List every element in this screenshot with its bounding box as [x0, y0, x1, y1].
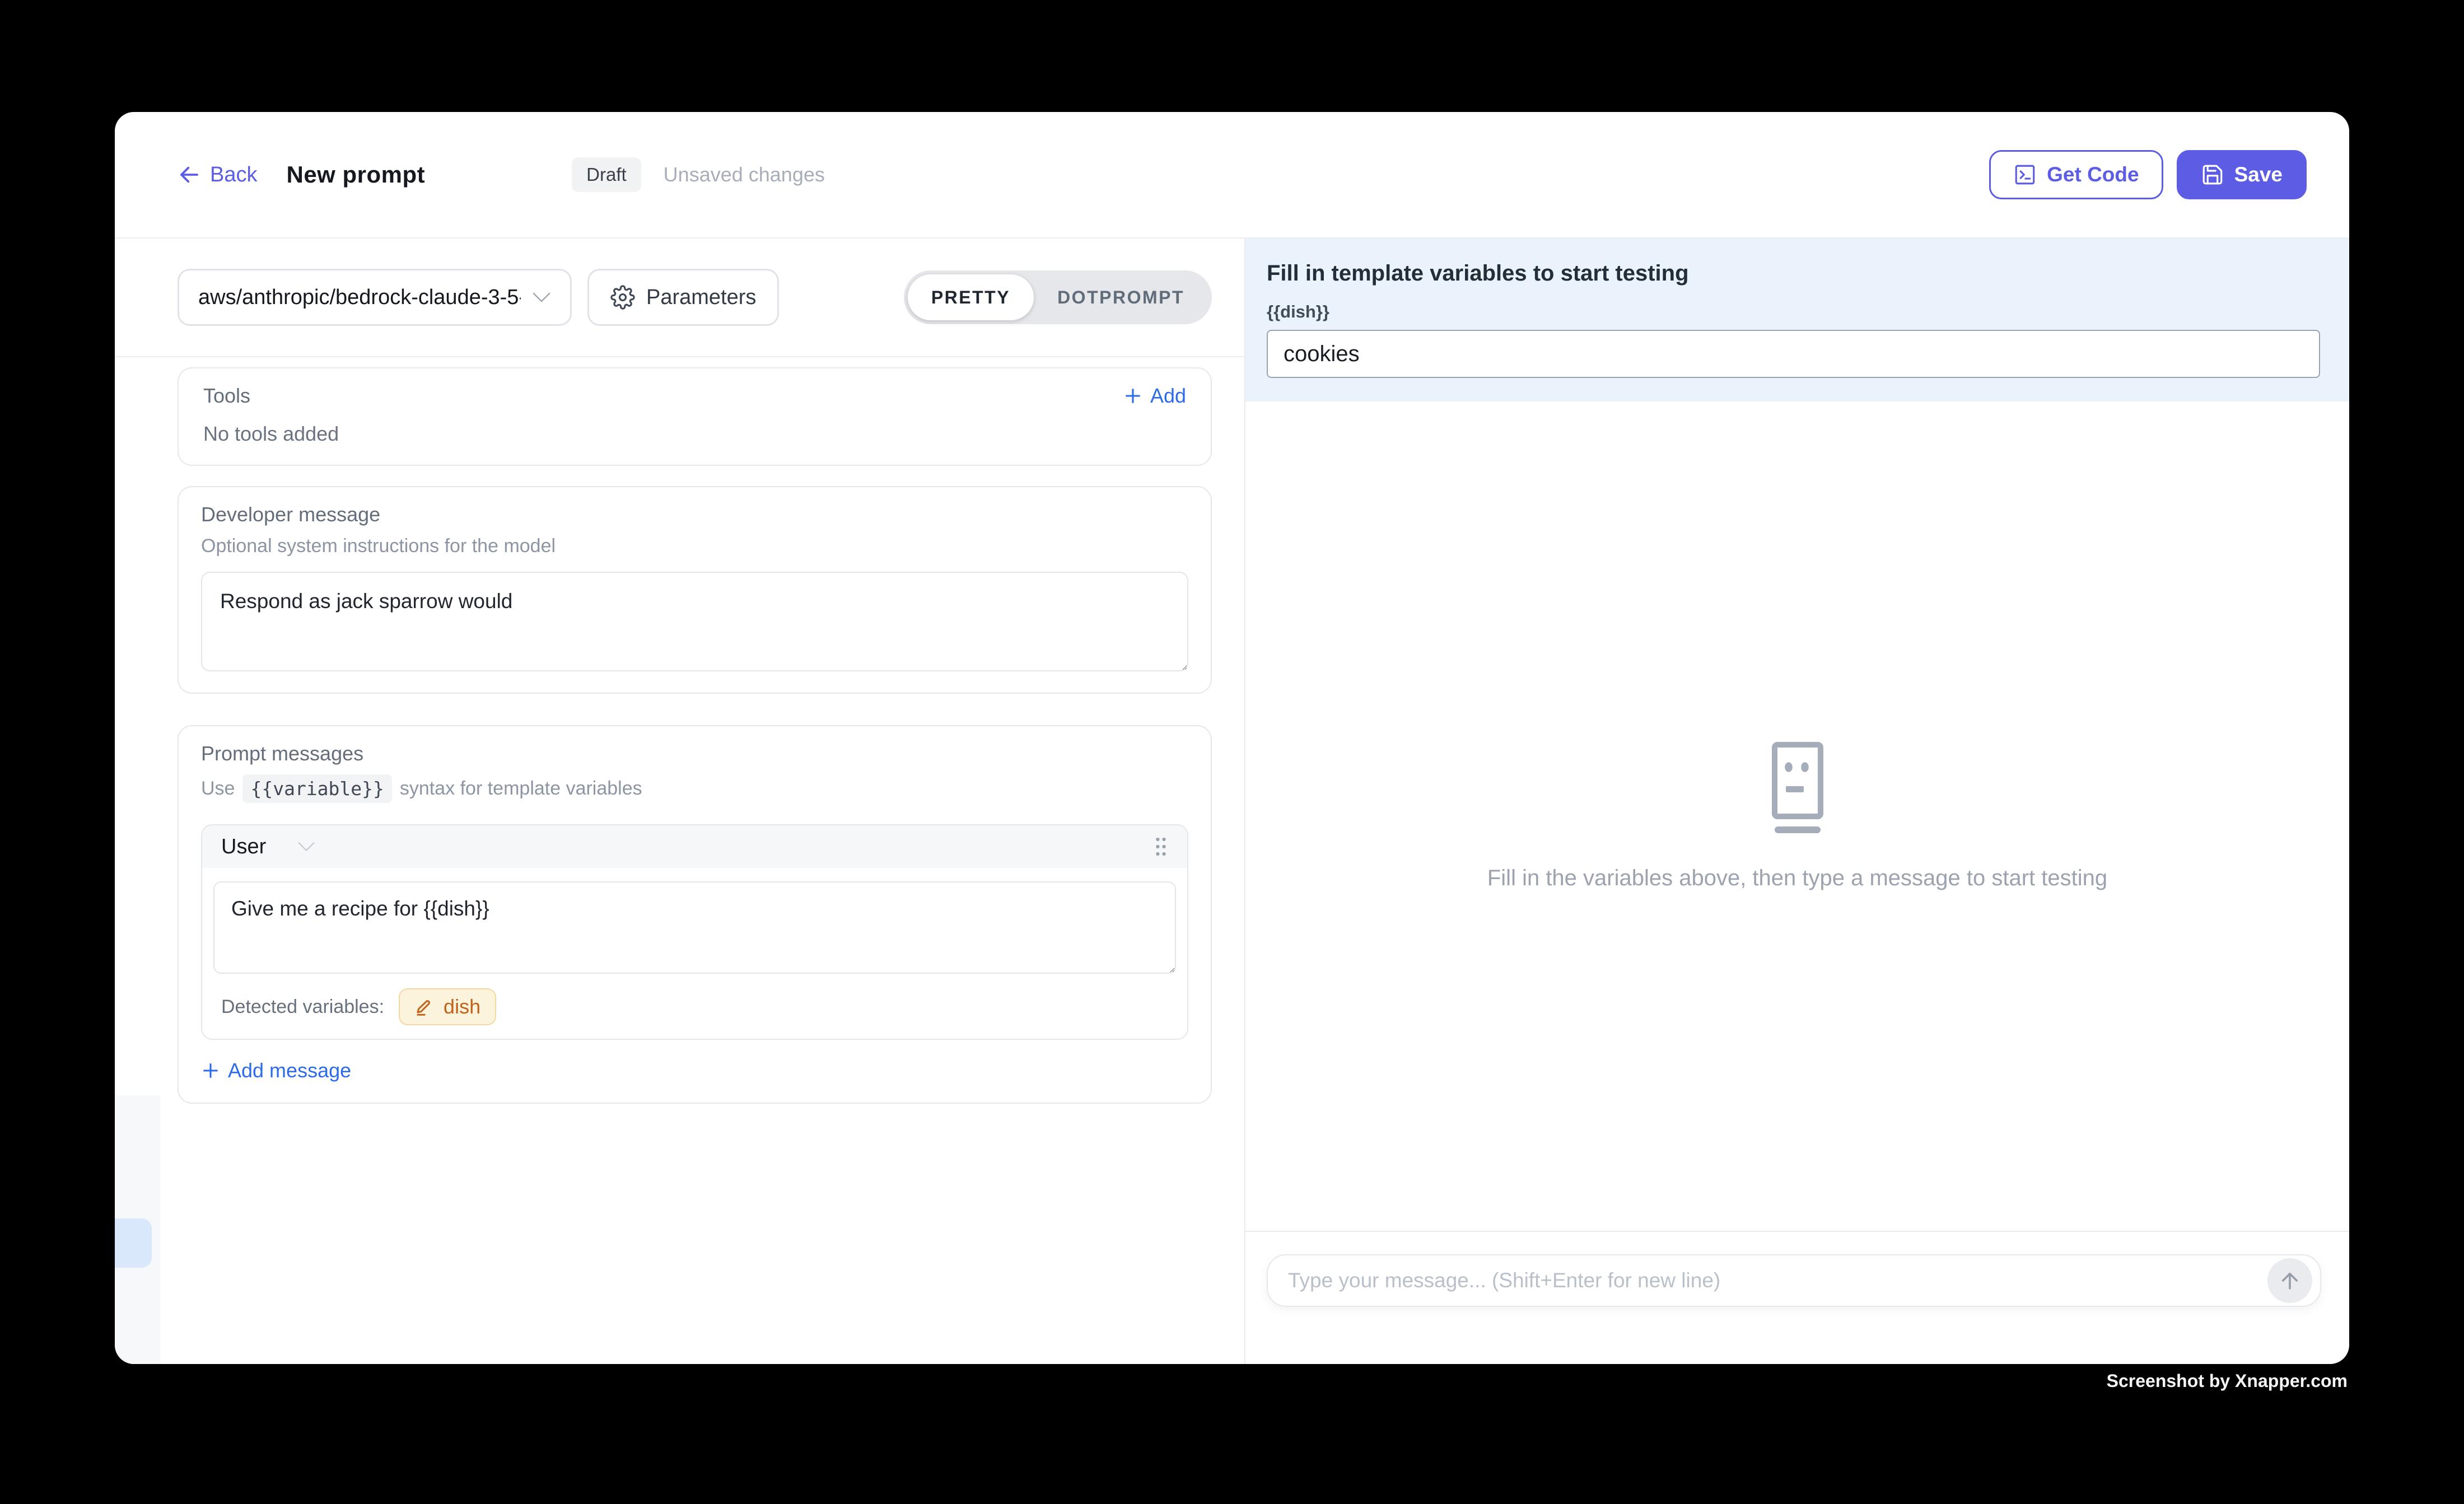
screenshot-credit: Screenshot by Xnapper.com: [2107, 1371, 2348, 1391]
dish-variable-input[interactable]: [1267, 330, 2320, 378]
pencil-icon: [414, 997, 435, 1017]
add-message-button[interactable]: Add message: [201, 1059, 1188, 1082]
chevron-down-icon: [297, 841, 315, 852]
tools-label: Tools: [203, 384, 250, 408]
arrow-left-icon: [178, 163, 201, 186]
editor-scroll-area: Tools Add No tools added Developer messa…: [115, 357, 1244, 1364]
partial-selected-item: [115, 1218, 152, 1268]
page-title: New prompt: [286, 161, 425, 188]
drag-handle[interactable]: [1154, 836, 1168, 857]
message-block: User Give me a recipe for {{dish}}: [201, 824, 1188, 1040]
robot-face-icon: [1771, 741, 1824, 837]
test-panel: Fill in template variables to start test…: [1245, 239, 2349, 1364]
screenshot-stage: Back New prompt Draft Unsaved changes Ge…: [0, 0, 2464, 1504]
tools-empty-text: No tools added: [203, 422, 1186, 446]
view-mode-toggle: PRETTY DOTPROMPT: [904, 270, 1212, 324]
developer-message-section: Developer message Optional system instru…: [178, 486, 1212, 694]
app-window: Back New prompt Draft Unsaved changes Ge…: [115, 112, 2349, 1364]
developer-message-hint: Optional system instructions for the mod…: [201, 535, 1188, 557]
role-select[interactable]: User: [221, 835, 315, 859]
parameters-label: Parameters: [646, 286, 756, 310]
gear-icon: [610, 285, 635, 310]
variable-token: {{variable}}: [242, 774, 391, 803]
plus-icon: [1123, 386, 1142, 405]
message-textarea[interactable]: Give me a recipe for {{dish}}: [213, 881, 1176, 974]
add-tool-label: Add: [1150, 384, 1186, 408]
developer-message-label: Developer message: [201, 503, 1188, 526]
prompt-messages-label: Prompt messages: [201, 742, 1188, 765]
unsaved-changes-text: Unsaved changes: [664, 163, 825, 186]
dish-variable-label: {{dish}}: [1267, 302, 2320, 322]
back-button[interactable]: Back: [178, 163, 257, 187]
save-button[interactable]: Save: [2177, 150, 2307, 199]
model-select[interactable]: aws/anthropic/bedrock-claude-3-5-s...: [178, 269, 572, 326]
status-badge: Draft: [572, 157, 641, 192]
developer-message-textarea[interactable]: Respond as jack sparrow would: [201, 572, 1188, 671]
plus-icon: [201, 1061, 220, 1080]
detected-variables-row: Detected variables: dish: [213, 974, 1176, 1039]
template-variables-box: Fill in template variables to start test…: [1245, 239, 2349, 401]
header-actions: Get Code Save: [1989, 150, 2307, 199]
chat-empty-text: Fill in the variables above, then type a…: [1487, 866, 2107, 891]
get-code-button[interactable]: Get Code: [1989, 150, 2163, 199]
add-tool-button[interactable]: Add: [1123, 384, 1186, 408]
variable-chip-dish[interactable]: dish: [399, 988, 496, 1025]
chat-message-input[interactable]: [1288, 1269, 2267, 1292]
hint-suffix: syntax for template variables: [400, 778, 642, 800]
header: Back New prompt Draft Unsaved changes Ge…: [115, 112, 2349, 239]
composer-bar: [1267, 1254, 2321, 1307]
tools-section: Tools Add No tools added: [178, 367, 1212, 466]
composer-area: [1245, 1231, 2349, 1364]
tab-dotprompt[interactable]: DOTPROMPT: [1034, 274, 1208, 320]
save-icon: [2201, 163, 2224, 186]
save-label: Save: [2234, 163, 2283, 186]
get-code-label: Get Code: [2047, 163, 2139, 186]
editor-toolbar: aws/anthropic/bedrock-claude-3-5-s... Pa…: [115, 239, 1244, 357]
detected-variables-label: Detected variables:: [221, 996, 384, 1018]
drag-dots-icon: [1154, 836, 1168, 857]
message-header: User: [202, 825, 1187, 868]
variable-chip-label: dish: [444, 995, 480, 1019]
send-button[interactable]: [2267, 1258, 2312, 1303]
chevron-down-icon: [532, 291, 551, 303]
chat-empty-state: Fill in the variables above, then type a…: [1245, 401, 2349, 1231]
main-body: aws/anthropic/bedrock-claude-3-5-s... Pa…: [115, 239, 2349, 1364]
role-value: User: [221, 835, 266, 859]
add-message-label: Add message: [228, 1059, 351, 1082]
hint-prefix: Use: [201, 778, 235, 800]
message-body: Give me a recipe for {{dish}} Detected v…: [202, 868, 1187, 1039]
model-select-value: aws/anthropic/bedrock-claude-3-5-s...: [198, 286, 521, 310]
back-label: Back: [210, 163, 257, 187]
code-terminal-icon: [2013, 163, 2037, 186]
tab-pretty[interactable]: PRETTY: [908, 274, 1034, 320]
arrow-up-icon: [2278, 1269, 2302, 1292]
prompt-messages-section: Prompt messages Use {{variable}} syntax …: [178, 725, 1212, 1104]
prompt-messages-hint: Use {{variable}} syntax for template var…: [201, 774, 1188, 803]
prompt-editor-panel: aws/anthropic/bedrock-claude-3-5-s... Pa…: [115, 239, 1245, 1364]
parameters-button[interactable]: Parameters: [587, 269, 779, 326]
template-variables-title: Fill in template variables to start test…: [1267, 261, 2320, 286]
